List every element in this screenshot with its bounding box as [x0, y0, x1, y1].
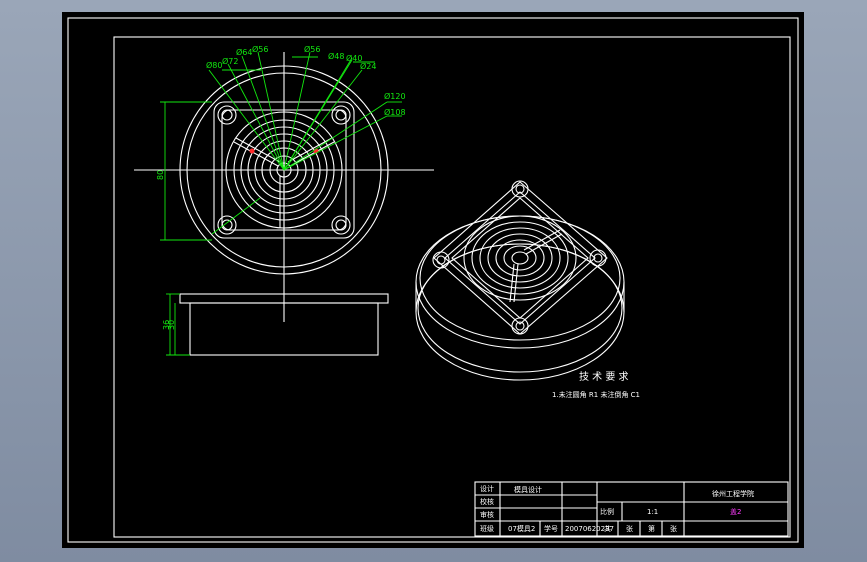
label-review: 审核 — [480, 510, 494, 519]
tech-note: 1.未注圆角 R1 未注倒角 C1 — [552, 390, 640, 399]
cell-sheets-1: 张 — [626, 524, 633, 533]
dim-d24: Ø24 — [360, 61, 376, 71]
dim-d48: Ø48 — [328, 51, 344, 61]
cad-viewport[interactable]: Ø80 Ø72 Ø64 Ø56 Ø56 Ø48 Ø40 Ø24 Ø120 Ø10… — [62, 12, 804, 548]
dim-side-30: 30 — [167, 320, 176, 330]
dim-d72: Ø72 — [222, 56, 238, 66]
part-name: 盖2 — [730, 507, 741, 516]
tech-title: 技 术 要 求 — [579, 370, 629, 383]
dim-height-80: 80 — [156, 170, 165, 180]
dim-d56-left: Ø56 — [252, 44, 268, 54]
isometric-view — [415, 180, 625, 381]
label-class: 班级 — [480, 524, 494, 533]
dim-d64: Ø64 — [236, 47, 252, 57]
dim-d108: Ø108 — [384, 107, 406, 117]
label-ratio: 比例 — [600, 507, 614, 516]
designer-value: 模具设计 — [514, 485, 542, 494]
class-value: 07模具2 — [508, 524, 535, 533]
dim-d80: Ø80 — [206, 60, 222, 70]
dim-d56-right: Ø56 — [304, 44, 320, 54]
outer-frame — [67, 17, 799, 543]
label-student-id: 学号 — [544, 524, 558, 533]
inner-frame — [113, 36, 791, 538]
label-check: 校核 — [480, 497, 494, 506]
cell-total: 共 — [604, 524, 611, 533]
label-design: 设计 — [480, 484, 494, 493]
dim-d120: Ø120 — [384, 91, 406, 101]
ratio-value: 1:1 — [647, 508, 658, 516]
side-view: 36 30 — [162, 293, 389, 356]
drawing-canvas: Ø80 Ø72 Ø64 Ø56 Ø56 Ø48 Ø40 Ø24 Ø120 Ø10… — [67, 17, 799, 543]
school-name: 徐州工程学院 — [712, 489, 754, 498]
cell-sheets-2: 张 — [670, 524, 677, 533]
cell-number: 第 — [648, 524, 655, 533]
